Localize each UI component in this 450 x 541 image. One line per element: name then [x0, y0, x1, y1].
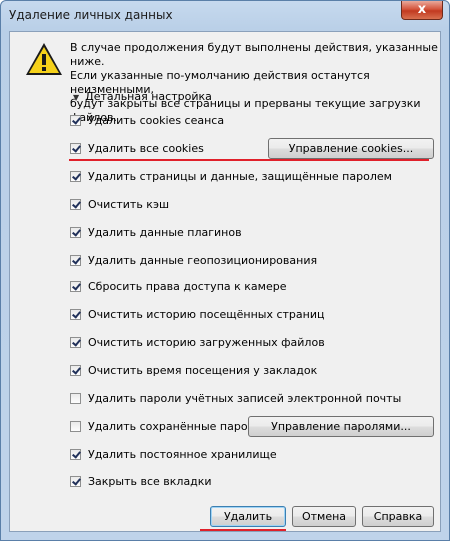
checkbox[interactable] — [70, 449, 81, 460]
option-label: Удалить cookies сеанса — [88, 114, 225, 127]
option-label: Закрыть все вкладки — [88, 475, 212, 488]
checkbox[interactable] — [70, 421, 81, 432]
window-title: Удаление личных данных — [9, 8, 173, 22]
manage-cookies-button[interactable]: Управление cookies... — [268, 138, 434, 159]
checkbox[interactable] — [70, 227, 81, 238]
details-toggle-label: Детальная настройка — [85, 90, 212, 103]
option-label: Очистить время посещения у закладок — [88, 364, 318, 377]
checkbox[interactable] — [70, 309, 81, 320]
option-label: Сбросить права доступа к камере — [88, 280, 287, 293]
delete-button[interactable]: Удалить — [210, 506, 286, 527]
dialog-window: Удаление личных данных x В случае продол… — [0, 0, 450, 541]
option-label: Очистить кэш — [88, 198, 170, 211]
help-button[interactable]: Справка — [362, 506, 434, 527]
checkbox[interactable] — [70, 281, 81, 292]
option-label: Удалить страницы и данные, защищённые па… — [88, 170, 392, 183]
manage-passwords-button[interactable]: Управление паролями... — [248, 416, 434, 437]
checkbox[interactable] — [70, 199, 81, 210]
option-label: Очистить историю загруженных файлов — [88, 336, 325, 349]
option-label: Удалить постоянное хранилище — [88, 448, 277, 461]
delete-highlight-underline — [200, 529, 286, 531]
close-button[interactable]: x — [401, 1, 443, 20]
checkbox[interactable] — [70, 365, 81, 376]
option-label: Удалить данные плагинов — [88, 226, 242, 239]
title-bar[interactable]: Удаление личных данных x — [1, 1, 449, 31]
option-label: Удалить данные геопозиционирования — [88, 254, 318, 267]
dialog-content: В случае продолжения будут выполнены дей… — [9, 31, 441, 532]
close-icon: x — [417, 2, 427, 17]
highlight-underline — [69, 159, 429, 161]
option-label: Удалить сохранённые пароли — [88, 420, 262, 433]
option-label: Удалить все cookies — [88, 142, 204, 155]
checkbox[interactable] — [70, 171, 81, 182]
checkbox[interactable] — [70, 255, 81, 266]
warning-icon — [26, 43, 62, 75]
checkbox[interactable] — [70, 393, 81, 404]
checkbox[interactable] — [70, 115, 81, 126]
cancel-button[interactable]: Отмена — [292, 506, 356, 527]
checkbox[interactable] — [70, 476, 81, 487]
checkbox[interactable] — [70, 337, 81, 348]
details-toggle[interactable]: ▼ Детальная настройка — [73, 90, 212, 103]
checkbox[interactable] — [70, 143, 81, 154]
option-label: Очистить историю посещённых страниц — [88, 308, 325, 321]
option-label: Удалить пароли учётных записей электронн… — [88, 392, 402, 405]
triangle-down-icon: ▼ — [73, 93, 80, 102]
